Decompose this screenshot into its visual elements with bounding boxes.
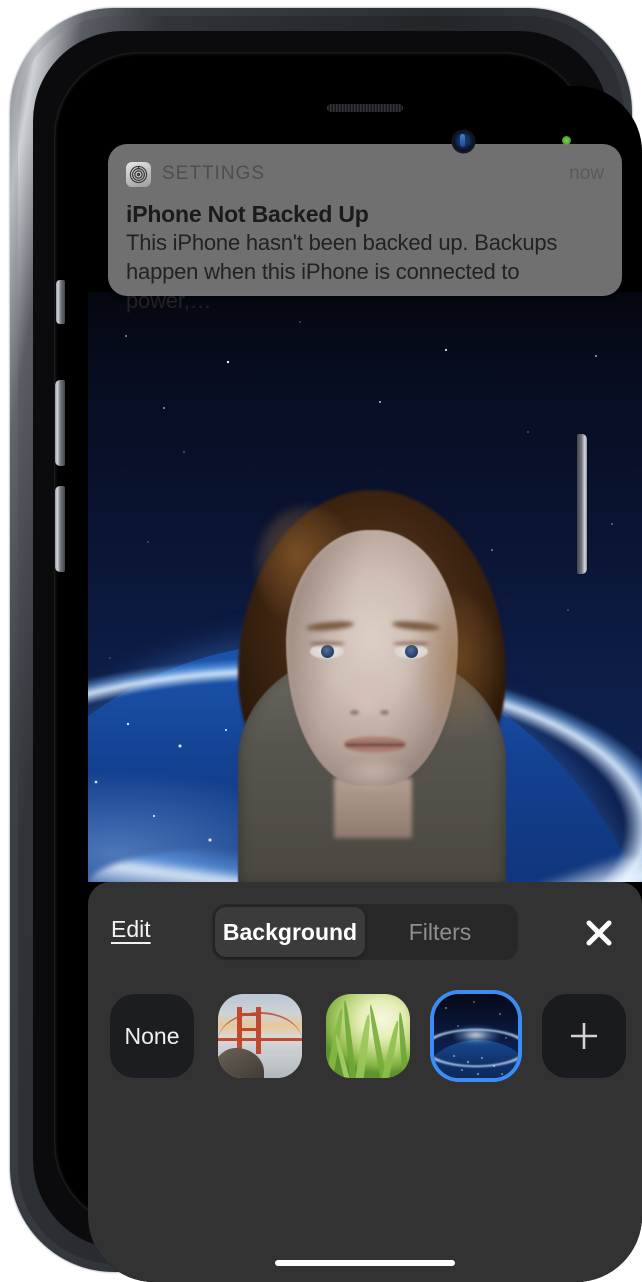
settings-gear-icon: [126, 161, 151, 187]
front-camera-icon: [453, 131, 474, 152]
notification-title: iPhone Not Backed Up: [126, 201, 369, 227]
device-frame-inner: SETTINGS now iPhone Not Backed Up This i…: [18, 16, 642, 1282]
hair-highlight-right: [410, 592, 500, 742]
segmented-control: Background Filters: [212, 904, 518, 960]
plus-icon: [571, 1023, 597, 1049]
iris-right: [405, 645, 418, 658]
bridge-crossbeam-top: [237, 1013, 261, 1016]
bridge-thumbnail-image: [218, 994, 302, 1078]
tab-filters[interactable]: Filters: [365, 907, 515, 957]
notification-header: SETTINGS now: [108, 144, 622, 194]
screenshot-root: SETTINGS now iPhone Not Backed Up This i…: [0, 0, 642, 1282]
person-subject: [88, 292, 642, 882]
earth-thumbnail-city-lights: [434, 1050, 518, 1078]
nose: [352, 670, 386, 716]
iphone-device-frame: SETTINGS now iPhone Not Backed Up This i…: [10, 8, 642, 1282]
bridge-crossbeam-bottom: [237, 1028, 261, 1031]
grass-blade: [397, 1011, 409, 1078]
earth-thumbnail-image: [434, 994, 518, 1078]
home-indicator-bar[interactable]: [275, 1260, 455, 1266]
volume-up-button[interactable]: [55, 380, 65, 466]
eyelid-left: [309, 641, 345, 646]
background-option-add[interactable]: [542, 994, 626, 1078]
background-thumbnail-list: None: [88, 976, 642, 1096]
camera-in-use-indicator: [562, 136, 571, 145]
phone-screen: SETTINGS now iPhone Not Backed Up This i…: [88, 86, 642, 1282]
notification-body: This iPhone hasn't been backed up. Backu…: [126, 230, 558, 313]
background-option-none-label: None: [124, 1022, 180, 1049]
iris-left: [321, 645, 334, 658]
grass-blade: [381, 1019, 402, 1078]
effects-panel: Edit Background Filters None: [88, 882, 642, 1282]
background-option-none[interactable]: None: [110, 994, 194, 1078]
background-option-earth[interactable]: [434, 994, 518, 1078]
display-notch: [250, 86, 480, 118]
earth-thumbnail-flare: [454, 1024, 506, 1046]
mute-switch-button[interactable]: [56, 280, 65, 324]
effects-panel-toolbar: Edit Background Filters: [88, 882, 642, 982]
background-option-bridge[interactable]: [218, 994, 302, 1078]
background-option-grass[interactable]: [326, 994, 410, 1078]
notification-app-name: SETTINGS: [162, 163, 266, 184]
notification-timestamp: now: [569, 163, 604, 184]
device-antenna-band: SETTINGS now iPhone Not Backed Up This i…: [33, 31, 642, 1282]
nostril-right: [380, 710, 389, 715]
volume-down-button[interactable]: [55, 486, 65, 572]
device-bezel: SETTINGS now iPhone Not Backed Up This i…: [54, 52, 642, 1282]
chin: [336, 762, 414, 792]
close-x-icon[interactable]: [578, 912, 620, 954]
notification-banner[interactable]: SETTINGS now iPhone Not Backed Up This i…: [108, 144, 622, 313]
tab-background[interactable]: Background: [215, 907, 365, 957]
grass-thumbnail-image: [326, 994, 410, 1078]
power-button[interactable]: [577, 434, 587, 574]
lip-line: [346, 744, 404, 746]
nostril-left: [350, 710, 359, 715]
eyelid-right: [393, 641, 429, 646]
earpiece-speaker: [327, 104, 403, 112]
grass-blade: [355, 1013, 373, 1078]
edit-button[interactable]: Edit: [111, 916, 151, 943]
